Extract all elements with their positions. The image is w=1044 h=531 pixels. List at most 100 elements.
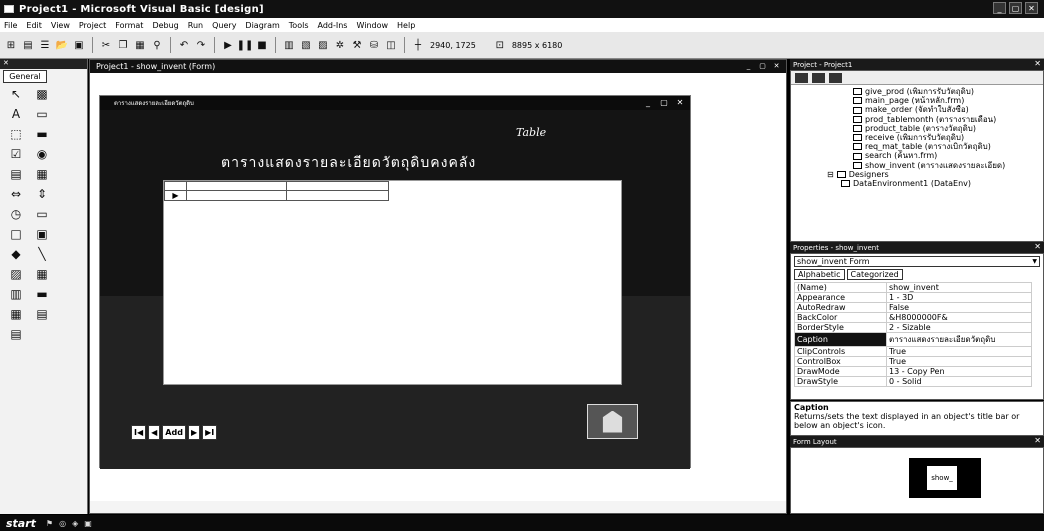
hscrollbar-tool-icon[interactable]: ⇔ [6,187,26,201]
exit-home-button[interactable] [587,404,638,439]
close-button[interactable]: ✕ [1025,2,1038,14]
property-row[interactable]: DrawMode 13 - Copy Pen [794,366,1032,377]
start-button[interactable]: start [0,517,46,530]
designer-close-button[interactable]: ✕ [771,61,782,71]
dirlistbox-tool-icon[interactable]: □ [6,227,26,241]
form-layout-close-icon[interactable]: ✕ [1034,436,1041,445]
menu-debug[interactable]: Debug [152,21,178,30]
toolbox-tab-general[interactable]: General [3,70,47,83]
drivelistbox-tool-icon[interactable]: ▭ [32,207,52,221]
maximize-button[interactable]: ▢ [1009,2,1022,14]
data-view-icon[interactable]: ⛁ [367,38,381,52]
tree-item-form[interactable]: prod_tablemonth (ตารางรายเดือน) [803,115,1039,124]
save-project-icon[interactable]: ▣ [72,38,86,52]
adodc-tool-icon[interactable]: ▬ [32,287,52,301]
tree-item-form[interactable]: product_table (ตารางวัตถุดิบ) [803,124,1039,133]
property-row[interactable]: AutoRedraw False [794,302,1032,313]
menu-tools[interactable]: Tools [289,21,309,30]
menu-run[interactable]: Run [188,21,203,30]
grid-column-header[interactable] [186,181,287,191]
quick-launch-icon[interactable]: ▣ [84,519,92,528]
tree-item-form[interactable]: search (ค้นหา.frm) [803,151,1039,160]
minimize-button[interactable]: _ [993,2,1006,14]
property-row[interactable]: BorderStyle 2 - Sizable [794,322,1032,333]
menu-edit[interactable]: Edit [26,21,42,30]
line-tool-icon[interactable]: ╲ [32,247,52,261]
property-row[interactable]: ClipControls True [794,346,1032,357]
break-icon[interactable]: ❚❚ [237,38,254,52]
cut-icon[interactable]: ✂ [99,38,113,52]
find-icon[interactable]: ⚲ [150,38,164,52]
quick-launch-icon[interactable]: ⚑ [46,519,53,528]
quick-launch-icon[interactable]: ◎ [59,519,66,528]
image-tool-icon[interactable]: ▨ [6,267,26,281]
property-row[interactable]: (Name) show_invent [794,282,1032,293]
grid-row-selector[interactable]: ▶ [164,190,187,201]
pointer-tool-icon[interactable]: ↖ [6,87,26,101]
textbox-tool-icon[interactable]: ▭ [32,107,52,121]
datagrid-tool-icon[interactable]: ▦ [6,307,26,321]
checkbox-tool-icon[interactable]: ☑ [6,147,26,161]
add-record-button[interactable]: Add [162,425,186,440]
undo-icon[interactable]: ↶ [177,38,191,52]
end-icon[interactable]: ■ [255,38,269,52]
start-icon[interactable]: ▶ [221,38,235,52]
data-grid[interactable]: ▶ [163,180,622,385]
menu-file[interactable]: File [4,21,17,30]
tree-folder-designers[interactable]: ⊟ Designers [803,170,1039,179]
form-maximize-button[interactable]: ▢ [658,97,670,108]
tree-item-form[interactable]: show_invent (ตารางแสดงรายละเอียด) [803,161,1039,170]
tab-categorized[interactable]: Categorized [846,269,903,280]
properties-window-icon[interactable]: ▧ [299,38,313,52]
visual-component-icon[interactable]: ◫ [384,38,398,52]
form-layout-icon[interactable]: ▨ [316,38,330,52]
copy-icon[interactable]: ❐ [116,38,130,52]
tree-item-form[interactable]: make_order (จัดทำใบสั่งซื้อ) [803,105,1039,114]
project-explorer-icon[interactable]: ▥ [282,38,296,52]
menu-window[interactable]: Window [356,21,388,30]
tab-alphabetic[interactable]: Alphabetic [794,269,845,280]
add-project-icon[interactable]: ⊞ [4,38,18,52]
grid-cell[interactable] [186,190,287,201]
first-record-button[interactable]: I◀ [131,425,147,440]
properties-close-icon[interactable]: ✕ [1034,242,1041,251]
frame-tool-icon[interactable]: ⬚ [6,127,26,141]
vscrollbar-tool-icon[interactable]: ⇕ [32,187,52,201]
menu-diagram[interactable]: Diagram [245,21,279,30]
form-close-button[interactable]: ✕ [674,97,686,108]
filelistbox-tool-icon[interactable]: ▣ [32,227,52,241]
datacombo-tool-icon[interactable]: ▤ [6,327,26,341]
tree-item-form[interactable]: give_prod (เพิ่มการรับวัตถุดิบ) [803,87,1039,96]
menu-add-ins[interactable]: Add-Ins [318,21,348,30]
toggle-folders-icon[interactable] [829,73,842,83]
label-tool-icon[interactable]: A [6,107,26,121]
redo-icon[interactable]: ↷ [194,38,208,52]
form-minimize-button[interactable]: _ [642,97,654,108]
paste-icon[interactable]: ▦ [133,38,147,52]
object-selector[interactable]: show_invent Form [794,256,1040,267]
designer-maximize-button[interactable]: ▢ [757,61,768,71]
menu-view[interactable]: View [51,21,70,30]
open-project-icon[interactable]: 📂 [55,38,69,52]
project-explorer-close-icon[interactable]: ✕ [1034,59,1041,68]
tree-item-form[interactable]: main_page (หน้าหลัก.frm) [803,96,1039,105]
next-record-button[interactable]: ▶ [187,425,201,440]
property-row[interactable]: DrawStyle 0 - Solid [794,376,1032,387]
tree-item-form[interactable]: req_mat_table (ตารางเบิกวัตถุดิบ) [803,142,1039,151]
property-row[interactable]: BackColor &H8000000F& [794,312,1032,323]
property-row[interactable]: Appearance 1 - 3D [794,292,1032,303]
timer-tool-icon[interactable]: ◷ [6,207,26,221]
object-browser-icon[interactable]: ✲ [333,38,347,52]
menu-editor-icon[interactable]: ☰ [38,38,52,52]
view-object-icon[interactable] [812,73,825,83]
grid-cell[interactable] [286,190,389,201]
previous-record-button[interactable]: ◀ [148,425,161,440]
form-position-preview[interactable]: show_ [926,465,958,491]
menu-format[interactable]: Format [115,21,143,30]
toolbox-icon[interactable]: ⚒ [350,38,364,52]
optionbutton-tool-icon[interactable]: ◉ [32,147,52,161]
combobox-tool-icon[interactable]: ▤ [6,167,26,181]
menu-help[interactable]: Help [397,21,415,30]
picturebox-tool-icon[interactable]: ▩ [32,87,52,101]
property-row[interactable]: ControlBox True [794,356,1032,367]
